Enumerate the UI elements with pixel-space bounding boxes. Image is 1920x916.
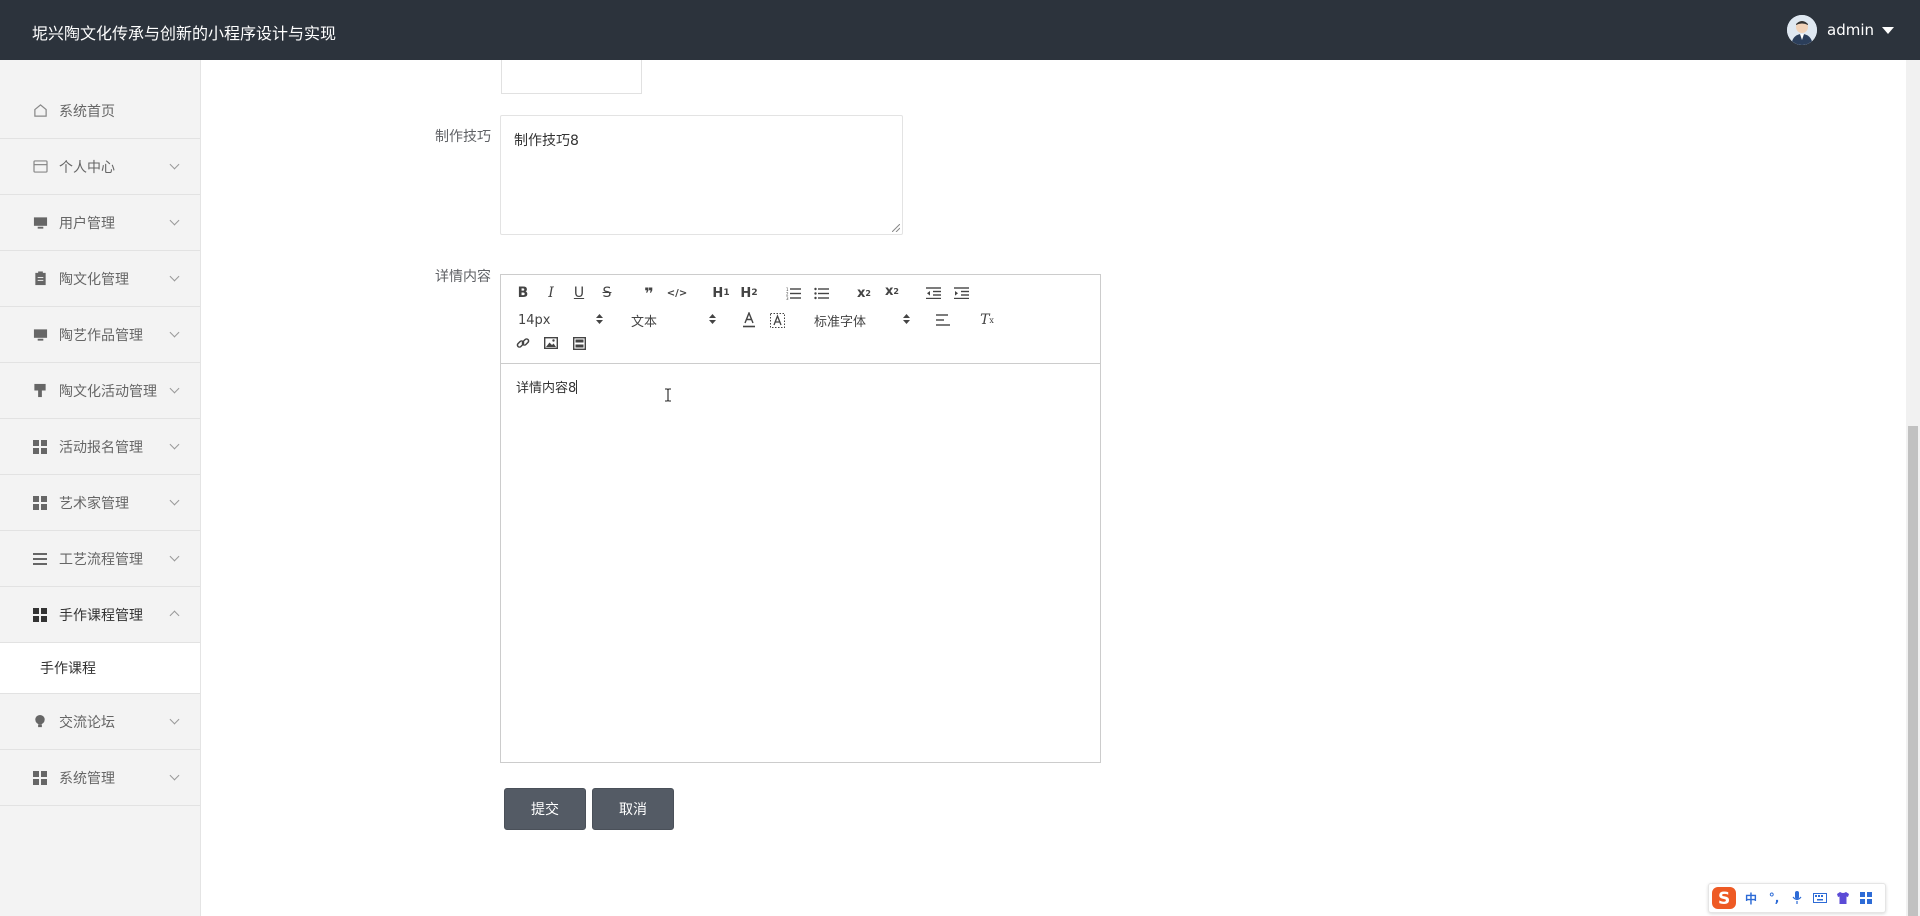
submenu-item-course[interactable]: 手作课程 <box>0 643 200 694</box>
list-icon <box>32 551 48 567</box>
avatar[interactable] <box>1787 15 1817 45</box>
caret-down-icon[interactable] <box>1882 26 1894 34</box>
card-icon <box>32 159 48 175</box>
font-family-select[interactable]: 标准字体 <box>814 311 910 330</box>
grid-icon <box>32 439 48 455</box>
svg-text:3: 3 <box>786 296 789 300</box>
text-type-select[interactable]: 文本 <box>631 311 716 330</box>
font-color-icon[interactable] <box>741 311 757 329</box>
sidebar-item-courses[interactable]: 手作课程管理 <box>0 587 200 643</box>
top-header: 坭兴陶文化传承与创新的小程序设计与实现 admin <box>0 0 1920 60</box>
keyboard-icon[interactable] <box>1811 889 1829 907</box>
punctuation-indicator[interactable]: °, <box>1765 889 1783 907</box>
bold-icon[interactable]: B <box>515 285 531 301</box>
detail-label: 详情内容 <box>435 269 491 285</box>
bullet-list-icon[interactable] <box>813 285 829 301</box>
align-left-icon[interactable] <box>935 311 951 329</box>
sidebar-item-forum[interactable]: 交流论坛 <box>0 694 200 750</box>
main-content: 制作技巧 制作技巧8 详情内容 B I U S ❞ </> H1 H2 123 … <box>201 60 1906 916</box>
scrollbar-thumb[interactable] <box>1908 426 1918 916</box>
ime-mode-indicator[interactable]: 中 <box>1742 889 1760 907</box>
chevron-down-icon <box>169 159 180 170</box>
ordered-list-icon[interactable]: 123 <box>785 285 801 301</box>
sidebar-item-activities[interactable]: 陶文化活动管理 <box>0 363 200 419</box>
monitor-icon <box>32 327 48 343</box>
italic-icon[interactable]: I <box>543 285 559 301</box>
outdent-icon[interactable] <box>925 285 941 301</box>
user-menu[interactable]: admin <box>1787 13 1894 47</box>
grid-icon <box>32 770 48 786</box>
username[interactable]: admin <box>1827 21 1874 39</box>
svg-text:S: S <box>1718 889 1730 909</box>
resize-handle-icon[interactable] <box>892 224 900 232</box>
sidebar: 系统首页 个人中心 用户管理 陶文化管理 陶艺作品管理 陶文化活动管理 活动报名… <box>0 60 201 916</box>
sidebar-item-system[interactable]: 系统管理 <box>0 750 200 806</box>
select-arrows-icon <box>903 314 910 324</box>
page-scrollbar[interactable] <box>1906 60 1920 916</box>
header-2-icon[interactable]: H2 <box>739 285 759 301</box>
editor-toolbar: B I U S ❞ </> H1 H2 123 x2 x2 14px 文本 标准… <box>501 275 1100 364</box>
chevron-down-icon <box>169 215 180 226</box>
submit-button[interactable]: 提交 <box>504 788 586 830</box>
chevron-down-icon <box>169 714 180 725</box>
grid-icon <box>32 495 48 511</box>
sidebar-item-home[interactable]: 系统首页 <box>0 83 200 139</box>
toolbox-grid-icon[interactable] <box>1857 889 1875 907</box>
sogou-logo-icon[interactable]: S <box>1711 885 1737 911</box>
blockquote-icon[interactable]: ❞ <box>641 284 657 303</box>
ibeam-cursor-icon <box>665 388 671 402</box>
sidebar-item-artists[interactable]: 艺术家管理 <box>0 475 200 531</box>
select-arrows-icon <box>596 314 603 324</box>
sidebar-item-works[interactable]: 陶艺作品管理 <box>0 307 200 363</box>
chevron-down-icon <box>169 327 180 338</box>
video-icon[interactable] <box>571 335 587 351</box>
editor-text: 详情内容8 <box>516 380 578 396</box>
brush-icon <box>32 383 48 399</box>
grid-icon <box>32 607 48 623</box>
chevron-down-icon <box>169 551 180 562</box>
link-icon[interactable] <box>515 335 531 351</box>
strike-icon[interactable]: S <box>599 285 615 301</box>
skill-textarea[interactable]: 制作技巧8 <box>500 115 903 235</box>
chevron-down-icon <box>169 271 180 282</box>
bulb-icon <box>32 714 48 730</box>
home-icon <box>32 103 48 119</box>
chevron-down-icon <box>169 770 180 781</box>
skill-label: 制作技巧 <box>435 129 491 145</box>
image-icon[interactable] <box>543 335 559 351</box>
code-block-icon[interactable]: </> <box>667 285 687 301</box>
superscript-icon[interactable]: x2 <box>883 283 901 299</box>
sidebar-item-profile[interactable]: 个人中心 <box>0 139 200 195</box>
subscript-icon[interactable]: x2 <box>855 285 873 301</box>
header-1-icon[interactable]: H1 <box>711 285 731 301</box>
text-cursor <box>576 380 578 394</box>
microphone-icon[interactable] <box>1788 889 1806 907</box>
upload-box-partial[interactable] <box>501 60 642 94</box>
app-title: 坭兴陶文化传承与创新的小程序设计与实现 <box>32 24 337 43</box>
sidebar-item-process[interactable]: 工艺流程管理 <box>0 531 200 587</box>
skin-shirt-icon[interactable] <box>1834 889 1852 907</box>
sidebar-item-users[interactable]: 用户管理 <box>0 195 200 251</box>
select-arrows-icon <box>709 314 716 324</box>
indent-icon[interactable] <box>953 285 969 301</box>
sidebar-item-culture[interactable]: 陶文化管理 <box>0 251 200 307</box>
editor-content-area[interactable]: 详情内容8 <box>501 364 1100 762</box>
ime-toolbar: S 中 °, <box>1708 883 1886 913</box>
chevron-down-icon <box>169 439 180 450</box>
chevron-down-icon <box>169 495 180 506</box>
chevron-down-icon <box>169 383 180 394</box>
sidebar-item-signup[interactable]: 活动报名管理 <box>0 419 200 475</box>
clean-format-icon[interactable]: Tx <box>979 311 995 329</box>
background-color-icon[interactable] <box>769 311 785 329</box>
sidebar-menu: 系统首页 个人中心 用户管理 陶文化管理 陶艺作品管理 陶文化活动管理 活动报名… <box>0 83 200 806</box>
underline-icon[interactable]: U <box>571 285 587 301</box>
clipboard-icon <box>32 271 48 287</box>
font-size-select[interactable]: 14px <box>518 311 603 329</box>
rich-text-editor: B I U S ❞ </> H1 H2 123 x2 x2 14px 文本 标准… <box>500 274 1101 763</box>
chevron-up-icon <box>169 610 180 621</box>
monitor-icon <box>32 215 48 231</box>
cancel-button[interactable]: 取消 <box>592 788 674 830</box>
